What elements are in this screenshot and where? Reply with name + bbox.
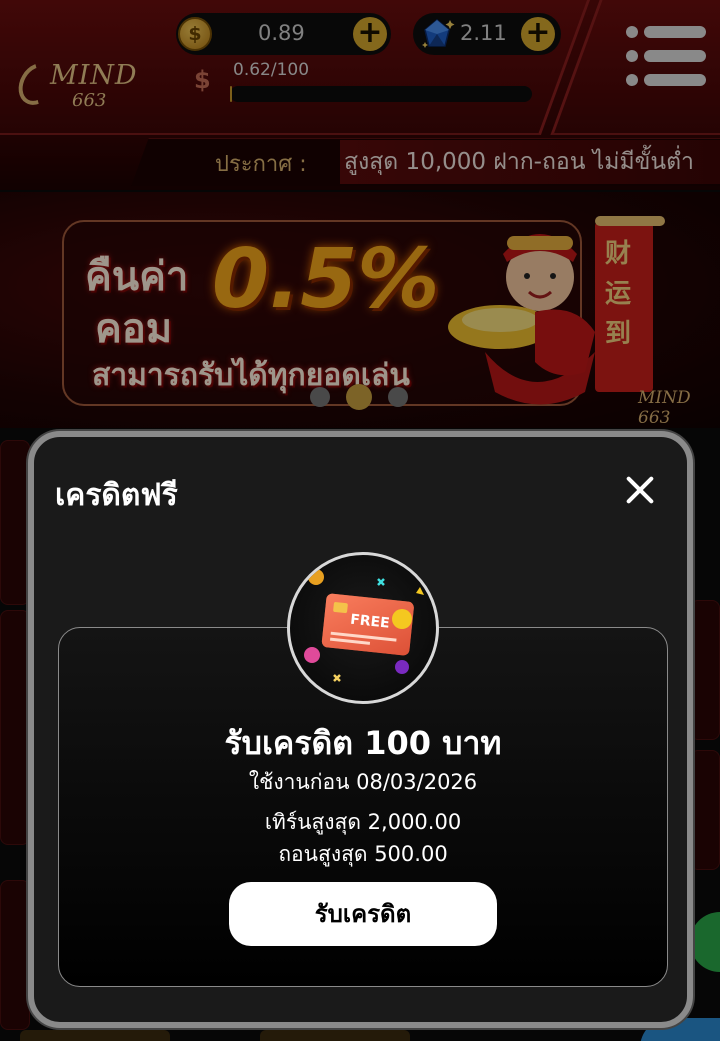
claim-credit-button[interactable]: รับเครดิต: [229, 882, 497, 946]
reward-max-withdraw: ถอนสูงสุด 500.00: [278, 842, 448, 866]
reward-max-turnover: เทิร์นสูงสุด 2,000.00: [264, 810, 462, 834]
free-card-icon: FREE: [304, 569, 424, 682]
modal-title: เครดิตฟรี: [55, 478, 178, 513]
reward-expiry: ใช้งานก่อน 08/03/2026: [248, 770, 478, 794]
reward-title: รับเครดิต 100 บาท: [224, 724, 502, 762]
free-credit-badge: FREE: [287, 552, 439, 704]
close-icon[interactable]: [620, 470, 660, 510]
